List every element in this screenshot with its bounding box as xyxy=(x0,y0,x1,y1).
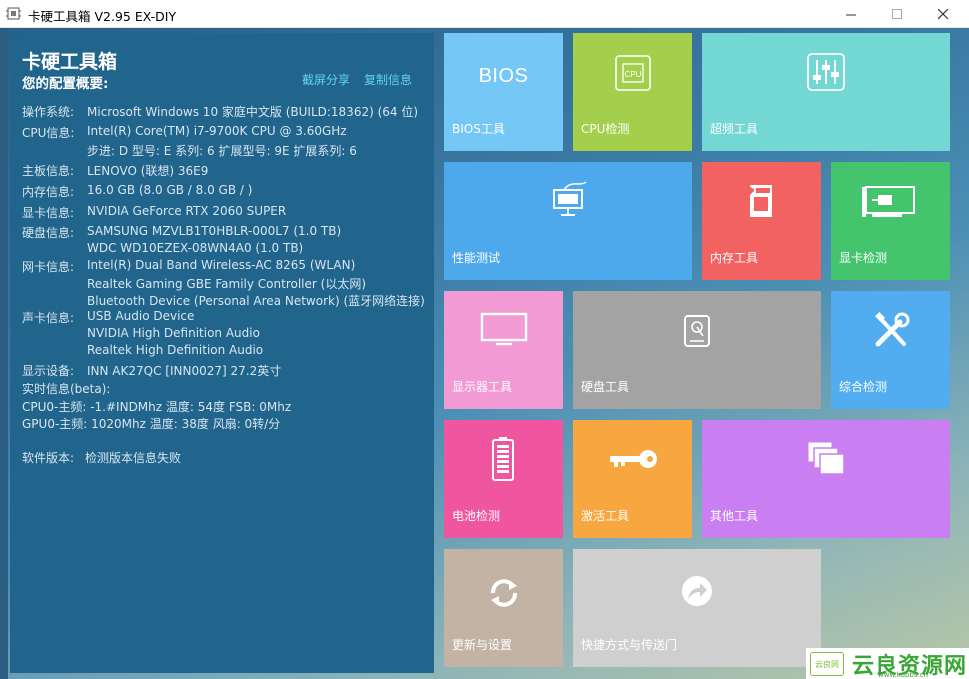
tile-cpu-detect[interactable]: CPU CPU检测 xyxy=(573,33,692,151)
maximize-icon xyxy=(891,8,902,19)
cpu-chip-icon: CPU xyxy=(615,55,651,91)
gpu-value: NVIDIA GeForce RTX 2060 SUPER xyxy=(87,204,287,218)
tile-activate-tool[interactable]: 激活工具 xyxy=(573,420,692,538)
mb-label: 主板信息: xyxy=(22,164,75,178)
tile-performance-test[interactable]: 性能测试 xyxy=(444,162,692,280)
cpu0-line: CPU0-主频: -1.#INDMhz 温度: 54度 FSB: 0Mhz xyxy=(22,400,292,414)
version-label: 软件版本: xyxy=(22,451,75,465)
title-bar: 卡硬工具箱 V2.95 EX-DIY xyxy=(0,0,969,28)
windows-stack-icon xyxy=(807,441,845,475)
tile-label: BIOS工具 xyxy=(452,122,505,136)
battery-icon xyxy=(492,437,514,481)
svg-text:CPU: CPU xyxy=(625,70,642,79)
tile-monitor-tool[interactable]: 显示器工具 xyxy=(444,291,563,409)
disk-value-2: WDC WD10EZEX-08WN4A0 (1.0 TB) xyxy=(87,241,304,255)
cpu-value: Intel(R) Core(TM) i7-9700K CPU @ 3.60GHz xyxy=(87,124,347,138)
monitor-chart-icon xyxy=(553,181,587,216)
watermark-url: www.kubbs.cn xyxy=(878,671,929,679)
mem-value: 16.0 GB (8.0 GB / 8.0 GB / ) xyxy=(87,183,253,197)
tile-bios-tool[interactable]: BIOS BIOS工具 xyxy=(444,33,563,151)
realtime-label: 实时信息(beta): xyxy=(22,382,111,396)
app-icon xyxy=(6,7,21,20)
screenshot-share-link[interactable]: 截屏分享 xyxy=(302,71,350,88)
display-value: INN AK27QC [INN0027] 27.2英寸 xyxy=(87,364,282,378)
tile-shortcut-portal[interactable]: 快捷方式与传送门 xyxy=(573,549,821,667)
tile-other-tools[interactable]: 其他工具 xyxy=(702,420,950,538)
tile-label: 显示器工具 xyxy=(452,380,513,394)
site-watermark: 云良网 云良资源网 www.kubbs.cn xyxy=(806,648,969,679)
tile-gpu-detect[interactable]: 显卡检测 xyxy=(831,162,950,280)
audio-value-2: NVIDIA High Definition Audio xyxy=(87,326,260,340)
tile-label: 快捷方式与传送门 xyxy=(581,638,678,652)
gpu0-line: GPU0-主频: 1020Mhz 温度: 38度 风扇: 0转/分 xyxy=(22,417,281,431)
tile-label: 超频工具 xyxy=(710,122,759,136)
tile-general-detect[interactable]: 综合检测 xyxy=(831,291,950,409)
memory-card-icon xyxy=(750,185,772,217)
tile-label: 其他工具 xyxy=(710,509,759,523)
tile-label: 激活工具 xyxy=(581,509,630,523)
maximize-button[interactable] xyxy=(874,0,920,28)
monitor-icon xyxy=(480,312,528,346)
os-label: 操作系统: xyxy=(22,105,75,119)
nic-value-3: Bluetooth Device (Personal Area Network)… xyxy=(87,294,425,308)
config-summary-panel: 卡硬工具箱 您的配置概要: 截屏分享 复制信息 操作系统: Microsoft … xyxy=(10,33,434,673)
tile-overclock-tool[interactable]: 超频工具 xyxy=(702,33,950,151)
disk-value-1: SAMSUNG MZVLB1T0HBLR-000L7 (1.0 TB) xyxy=(87,224,342,238)
panel-title: 卡硬工具箱 xyxy=(22,51,118,73)
tile-label: 更新与设置 xyxy=(452,638,513,652)
cpu-detail: 步进: D 型号: E 系列: 6 扩展型号: 9E 扩展系列: 6 xyxy=(87,144,357,158)
copy-info-link[interactable]: 复制信息 xyxy=(364,71,412,88)
disk-label: 硬盘信息: xyxy=(22,226,75,240)
tile-battery-detect[interactable]: 电池检测 xyxy=(444,420,563,538)
audio-label: 声卡信息: xyxy=(22,311,75,325)
mb-value: LENOVO (联想) 36E9 xyxy=(87,164,209,178)
tile-label: 综合检测 xyxy=(839,380,888,394)
minimize-button[interactable] xyxy=(828,0,874,28)
bios-icon: BIOS xyxy=(478,64,529,87)
equalizer-sliders-icon xyxy=(807,53,845,91)
audio-value-1: USB Audio Device xyxy=(87,309,195,323)
tile-label: 内存工具 xyxy=(710,251,759,265)
tile-disk-tool[interactable]: 硬盘工具 xyxy=(573,291,821,409)
key-icon xyxy=(610,450,657,468)
graphics-card-icon xyxy=(862,186,915,217)
watermark-stamp: 云良网 xyxy=(810,652,844,676)
hard-disk-icon xyxy=(684,315,710,347)
close-button[interactable] xyxy=(920,0,966,28)
minimize-icon xyxy=(845,14,856,15)
os-value: Microsoft Windows 10 家庭中文版 (BUILD:18362)… xyxy=(87,105,419,119)
tile-label: 电池检测 xyxy=(452,509,501,523)
tile-label: 显卡检测 xyxy=(839,251,888,265)
nic-value-2: Realtek Gaming GBE Family Controller (以太… xyxy=(87,277,366,291)
wrench-screwdriver-icon xyxy=(875,312,910,347)
window-title: 卡硬工具箱 V2.95 EX-DIY xyxy=(28,9,177,24)
tile-label: 硬盘工具 xyxy=(581,380,630,394)
tile-memory-tool[interactable]: 内存工具 xyxy=(702,162,821,280)
version-value: 检测版本信息失败 xyxy=(85,451,182,465)
refresh-icon xyxy=(491,579,517,607)
tile-update-settings[interactable]: 更新与设置 xyxy=(444,549,563,667)
nic-label: 网卡信息: xyxy=(22,260,75,274)
share-arrow-icon xyxy=(682,576,712,606)
nic-value-1: Intel(R) Dual Band Wireless-AC 8265 (WLA… xyxy=(87,258,356,272)
mem-label: 内存信息: xyxy=(22,185,75,199)
gpu-label: 显卡信息: xyxy=(22,206,75,220)
audio-value-3: Realtek High Definition Audio xyxy=(87,343,264,357)
tile-label: CPU检测 xyxy=(581,122,630,136)
cpu-label: CPU信息: xyxy=(22,126,75,140)
display-label: 显示设备: xyxy=(22,364,75,378)
close-icon xyxy=(937,8,948,19)
main-area: 卡硬工具箱 您的配置概要: 截屏分享 复制信息 操作系统: Microsoft … xyxy=(0,28,969,679)
tile-label: 性能测试 xyxy=(452,251,501,265)
panel-subtitle: 您的配置概要: xyxy=(22,76,109,92)
